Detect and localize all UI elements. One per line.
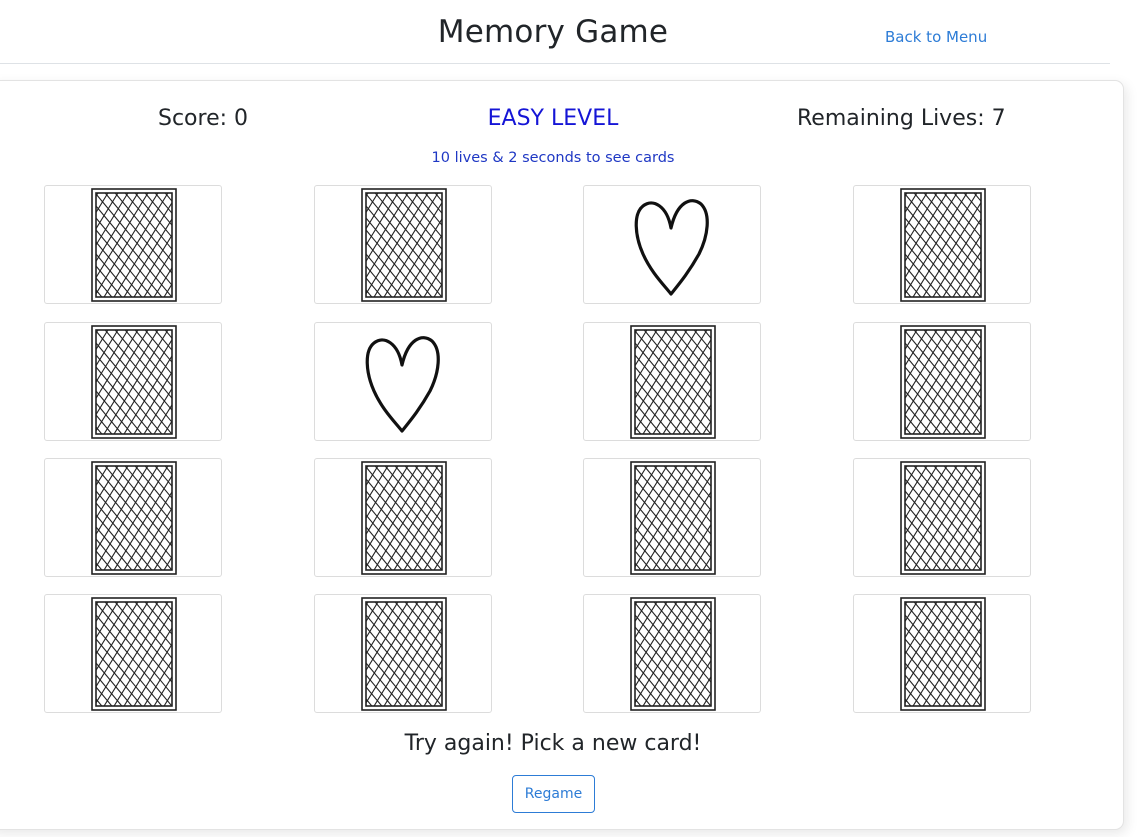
card-heart[interactable] (583, 185, 761, 304)
card-back-pattern (91, 188, 177, 302)
heart-icon (365, 336, 440, 433)
card-face-down[interactable] (583, 458, 761, 577)
remaining-lives-display: Remaining Lives: 7 (797, 106, 1006, 131)
card-back-pattern (900, 461, 986, 575)
card-face-down[interactable] (583, 322, 761, 441)
status-message: Try again! Pick a new card! (404, 731, 702, 756)
card-face-down[interactable] (44, 185, 222, 304)
header: Memory Game Back to Menu (0, 0, 1110, 64)
card-back-pattern (361, 597, 447, 711)
card-face-down[interactable] (853, 594, 1031, 713)
card-face-down[interactable] (853, 322, 1031, 441)
card-back-pattern (91, 597, 177, 711)
card-face-down[interactable] (44, 594, 222, 713)
card-face-down[interactable] (853, 185, 1031, 304)
card-face-down[interactable] (44, 322, 222, 441)
card-back-pattern (91, 461, 177, 575)
card-back-pattern (630, 325, 716, 439)
regame-button[interactable]: Regame (512, 775, 595, 813)
card-back-pattern (361, 188, 447, 302)
card-back-pattern (91, 325, 177, 439)
card-face-down[interactable] (314, 594, 492, 713)
card-face-down[interactable] (583, 594, 761, 713)
heart-icon (634, 199, 709, 296)
card-heart[interactable] (314, 322, 492, 441)
level-description: 10 lives & 2 seconds to see cards (431, 150, 675, 166)
card-face-down[interactable] (44, 458, 222, 577)
card-back-pattern (361, 461, 447, 575)
card-face-down[interactable] (853, 458, 1031, 577)
card-back-pattern (900, 597, 986, 711)
back-to-menu-link[interactable]: Back to Menu (885, 28, 987, 46)
card-face-down[interactable] (314, 185, 492, 304)
card-back-pattern (630, 597, 716, 711)
card-back-pattern (630, 461, 716, 575)
card-face-down[interactable] (314, 458, 492, 577)
memory-game-page: Memory Game Back to Menu Score: 0 EASY L… (0, 0, 1146, 837)
card-back-pattern (900, 188, 986, 302)
card-back-pattern (900, 325, 986, 439)
